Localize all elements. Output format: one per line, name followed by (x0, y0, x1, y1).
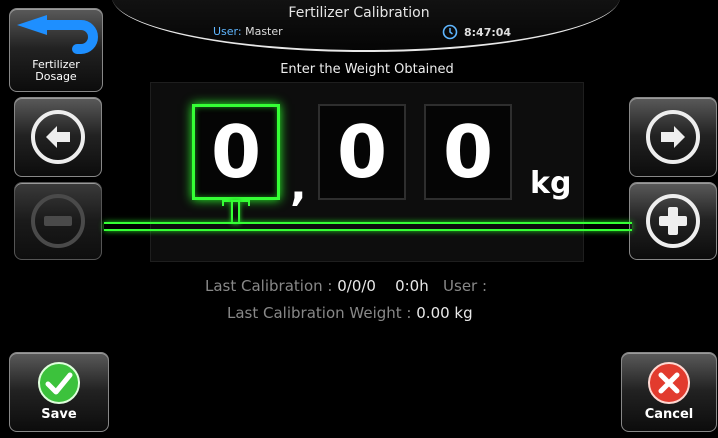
last-weight-value: 0.00 kg (416, 304, 473, 322)
save-button[interactable]: Save (9, 352, 109, 432)
current-user: User: Master (213, 25, 283, 38)
last-calibration-line: Last Calibration : 0/0/0 0:0h User : (205, 277, 487, 295)
increment-button[interactable] (629, 182, 717, 260)
arrow-left-icon (31, 110, 85, 164)
user-name: Master (245, 25, 283, 38)
user-label: User: (213, 25, 242, 38)
last-calibration-date: 0/0/0 (337, 277, 376, 295)
minus-icon (31, 194, 85, 248)
back-arrow-icon (17, 15, 98, 54)
clock-time: 8:47:04 (464, 25, 512, 39)
digit-3[interactable]: 0 (424, 104, 512, 200)
selection-bar (104, 222, 632, 231)
move-left-button[interactable] (14, 97, 102, 177)
cancel-button[interactable]: Cancel (621, 352, 717, 432)
active-digit-stem (231, 200, 240, 224)
save-label: Save (41, 407, 77, 422)
last-weight-label: Last Calibration Weight : (227, 304, 412, 322)
move-right-button[interactable] (629, 97, 717, 177)
cancel-label: Cancel (644, 407, 694, 422)
plus-icon (646, 194, 700, 248)
digit-1[interactable]: 0 (192, 104, 280, 200)
back-button[interactable]: Fertilizer Dosage (9, 8, 103, 92)
decimal-separator: , (290, 160, 307, 211)
arrow-right-icon (646, 110, 700, 164)
prompt-text: Enter the Weight Obtained (280, 62, 454, 77)
close-icon (648, 362, 690, 404)
weight-unit: kg (530, 166, 572, 201)
screen-title: Fertilizer Calibration (288, 5, 430, 21)
last-weight-line: Last Calibration Weight : 0.00 kg (227, 304, 473, 322)
back-label-line2: Dosage (35, 70, 77, 83)
checkmark-icon (38, 362, 80, 404)
decrement-button[interactable] (14, 182, 102, 260)
last-calibration-label: Last Calibration : (205, 277, 333, 295)
clock: 8:47:04 (442, 24, 511, 40)
last-calibration-time: 0:0h (395, 277, 429, 295)
clock-icon (442, 24, 458, 40)
last-calibration-user-label: User : (443, 277, 488, 295)
digit-2[interactable]: 0 (318, 104, 406, 200)
